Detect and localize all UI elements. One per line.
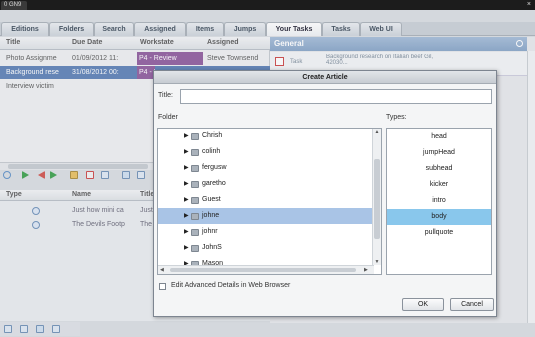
folder-item-johne[interactable]: ▶ johne [158, 208, 373, 224]
expand-arrow-icon[interactable]: ▶ [184, 129, 189, 144]
expand-arrow-icon[interactable]: ▶ [184, 208, 189, 224]
folder-name: Guest [202, 196, 221, 203]
folder-item-fergusw[interactable]: ▶ fergusw [158, 160, 373, 176]
type-item-jumphead[interactable]: jumpHead [387, 145, 491, 161]
folder-icon [191, 197, 199, 204]
folder-icon [191, 229, 199, 236]
folder-icon [191, 181, 199, 188]
folder-name: fergusw [202, 164, 227, 171]
expand-arrow-icon[interactable]: ▶ [184, 240, 189, 256]
scroll-down-icon[interactable]: ▼ [374, 259, 380, 265]
title-label: Title: [158, 92, 173, 99]
title-bar: 0 GN9 × [0, 0, 535, 10]
scrollbar-thumb[interactable] [374, 159, 380, 239]
folder-item-johnr[interactable]: ▶ johnr [158, 224, 373, 240]
folder-item-chrish[interactable]: ▶ Chrish [158, 129, 373, 144]
close-icon[interactable]: × [527, 0, 531, 10]
folder-vertical-scrollbar[interactable]: ▲ ▼ [372, 129, 381, 265]
types-label: Types: [386, 114, 407, 121]
window-tab[interactable]: 0 GN9 [1, 1, 27, 10]
folder-horizontal-scrollbar[interactable]: ◀ ▶ [158, 265, 374, 274]
folder-item-colinh[interactable]: ▶ colinh [158, 144, 373, 160]
folder-icon [191, 149, 199, 156]
folder-item-guest[interactable]: ▶ Guest [158, 192, 373, 208]
scroll-right-icon[interactable]: ▶ [364, 266, 368, 274]
type-item-intro[interactable]: intro [387, 193, 491, 209]
folder-name: garetho [202, 180, 226, 187]
type-item-subhead[interactable]: subhead [387, 161, 491, 177]
folder-name: Chrish [202, 132, 223, 139]
folder-label: Folder [158, 114, 178, 121]
folder-icon [191, 133, 199, 140]
type-item-kicker[interactable]: kicker [387, 177, 491, 193]
types-list: head jumpHead subhead kicker intro body … [386, 128, 492, 275]
folder-name: johne [202, 212, 220, 219]
scrollbar-thumb[interactable] [170, 268, 356, 272]
folder-icon [191, 165, 199, 172]
dialog-title: Create Article [154, 71, 496, 84]
expand-arrow-icon[interactable]: ▶ [184, 176, 189, 192]
app-window: 0 GN9 × Editions Folders Search Assigned… [0, 0, 535, 337]
expand-arrow-icon[interactable]: ▶ [184, 160, 189, 176]
folder-icon [191, 245, 199, 252]
folder-name: colinh [202, 148, 221, 155]
cancel-button[interactable]: Cancel [450, 298, 494, 311]
type-item-body[interactable]: body [387, 209, 491, 225]
article-title-input[interactable] [180, 89, 492, 104]
folder-item-johns[interactable]: ▶ JohnS [158, 240, 373, 256]
create-article-dialog: Create Article Title: Folder Types: ▶ Chr… [153, 70, 497, 317]
type-item-pullquote[interactable]: pullquote [387, 225, 491, 241]
ok-button[interactable]: OK [402, 298, 444, 311]
expand-arrow-icon[interactable]: ▶ [184, 144, 189, 160]
folder-item-garetho[interactable]: ▶ garetho [158, 176, 373, 192]
edit-advanced-label: Edit Advanced Details in Web Browser [171, 282, 291, 289]
folder-name: JohnS [202, 244, 222, 251]
type-item-head[interactable]: head [387, 129, 491, 145]
scroll-left-icon[interactable]: ◀ [160, 266, 164, 274]
expand-arrow-icon[interactable]: ▶ [184, 192, 189, 208]
folder-name: johnr [202, 228, 218, 235]
edit-advanced-checkbox[interactable] [159, 283, 166, 290]
folder-icon [191, 213, 199, 220]
expand-arrow-icon[interactable]: ▶ [184, 224, 189, 240]
folder-tree: ▶ Chrish ▶ colinh ▶ fergusw ▶ garetho ▶ Guest… [157, 128, 382, 275]
scroll-up-icon[interactable]: ▲ [374, 129, 380, 135]
